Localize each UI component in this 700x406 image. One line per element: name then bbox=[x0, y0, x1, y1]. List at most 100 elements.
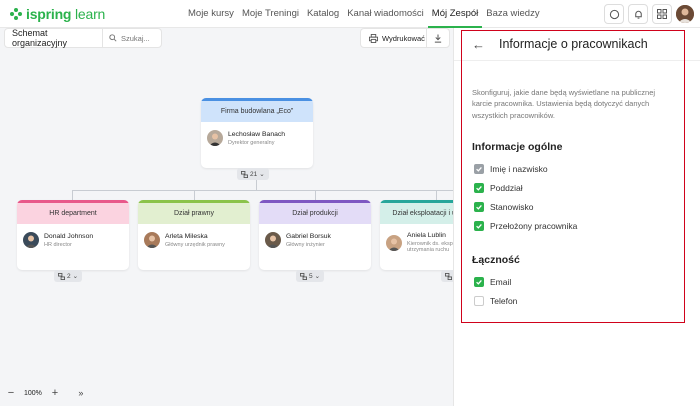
panel-description: Skonfiguruj, jakie dane będą wyświetlane… bbox=[472, 88, 656, 120]
org-card-title: Dział prawny bbox=[138, 200, 250, 224]
panel-header: ← Informacje o pracownikach bbox=[454, 28, 700, 61]
nav-item-2[interactable]: Katalog bbox=[303, 0, 343, 28]
checkbox-row-general-3[interactable]: Przełożony pracownika bbox=[474, 221, 577, 231]
printer-icon bbox=[369, 33, 378, 43]
person-name: Arleta Mileska bbox=[165, 232, 208, 240]
chevron-down-icon: ⌄ bbox=[314, 273, 321, 280]
person-avatar bbox=[386, 234, 402, 251]
org-structure-icon bbox=[241, 170, 248, 178]
checkbox-label: Telefon bbox=[490, 296, 518, 306]
bell-icon[interactable] bbox=[628, 4, 648, 24]
nav-item-3[interactable]: Kanał wiadomości bbox=[343, 0, 428, 28]
person-role: Dyrektor generalny bbox=[228, 139, 275, 146]
person-avatar bbox=[265, 232, 281, 248]
connector-line bbox=[194, 190, 195, 200]
org-card-title: Firma budowlana „Eco” bbox=[201, 98, 313, 122]
zoom-level: 100% bbox=[24, 389, 42, 397]
org-card-title: Dział produkcji bbox=[259, 200, 371, 224]
org-card-root[interactable]: Firma budowlana „Eco” Lechosław Banach D… bbox=[201, 98, 313, 168]
top-icons bbox=[604, 4, 694, 24]
general-info-title: Informacje ogólne bbox=[472, 141, 563, 153]
checkbox-row-general-2[interactable]: Stanowisko bbox=[474, 202, 533, 212]
user-avatar[interactable] bbox=[676, 5, 694, 23]
zoom-out-button[interactable]: − bbox=[4, 386, 18, 400]
connector-line bbox=[315, 190, 316, 200]
org-card-department[interactable]: HR department Donald Johnson HR director bbox=[17, 200, 129, 270]
zoom-controls: − 100% + » bbox=[4, 384, 88, 402]
employee-info-panel: ← Informacje o pracownikach bbox=[453, 28, 700, 406]
logo-text: ispring learn bbox=[26, 6, 106, 22]
person-name: Gabriel Borsuk bbox=[286, 232, 331, 240]
person-avatar bbox=[23, 232, 39, 248]
logo-icon bbox=[10, 7, 23, 21]
person-name: Donald Johnson bbox=[44, 232, 94, 240]
search-box[interactable] bbox=[103, 33, 157, 43]
subordinates-count: 5 bbox=[309, 272, 313, 280]
print-label: Wydrukować bbox=[382, 33, 425, 43]
nav-item-4[interactable]: Mój Zespół bbox=[427, 0, 483, 28]
subordinates-toggle[interactable]: 21 ⌄ bbox=[237, 168, 269, 180]
person-role: HR director bbox=[44, 241, 72, 248]
person-name: Aniela Lublin bbox=[407, 232, 446, 239]
org-structure-icon bbox=[300, 272, 307, 280]
chevron-down-icon: ⌄ bbox=[259, 171, 265, 178]
org-card-department[interactable]: Dział produkcji Gabriel Borsuk Główny inży… bbox=[259, 200, 371, 270]
contact-title: Łączność bbox=[472, 254, 520, 266]
connector-line bbox=[436, 190, 437, 200]
search-icon bbox=[109, 34, 117, 42]
person-avatar bbox=[144, 232, 160, 248]
org-card-title: HR department bbox=[17, 200, 129, 224]
checkbox[interactable] bbox=[474, 202, 484, 212]
checkbox-label: Email bbox=[490, 277, 512, 287]
org-card-department[interactable]: Dział eksploatacji i utr ruchu Aniela Lub… bbox=[380, 200, 453, 270]
zoom-in-button[interactable]: + bbox=[48, 386, 62, 400]
search-input[interactable] bbox=[121, 33, 157, 43]
person-name: Lechosław Banach bbox=[228, 130, 286, 138]
ispring-logo[interactable]: ispring learn bbox=[10, 6, 105, 22]
checkbox[interactable] bbox=[474, 296, 484, 306]
chat-icon[interactable] bbox=[604, 4, 624, 24]
subordinates-toggle[interactable] bbox=[441, 270, 453, 282]
nav-item-1[interactable]: Moje Treningi bbox=[238, 0, 303, 28]
apps-grid-icon[interactable] bbox=[652, 4, 672, 24]
collapse-all-button[interactable]: » bbox=[74, 386, 88, 400]
download-button[interactable] bbox=[427, 33, 449, 43]
subordinates-count: 2 bbox=[67, 272, 71, 280]
checkbox-row-contact-1[interactable]: Telefon bbox=[474, 296, 517, 306]
main-nav: Moje kursy Moje Treningi Katalog Kanał wiad… bbox=[184, 0, 544, 28]
person-role: Główny urzędnik prawny bbox=[165, 241, 225, 248]
subordinates-toggle[interactable]: 2 ⌄ bbox=[54, 270, 83, 282]
print-button[interactable]: Wydrukować bbox=[361, 29, 427, 47]
print-toolbar: Wydrukować bbox=[360, 28, 450, 48]
back-arrow-icon[interactable]: ← bbox=[472, 37, 485, 52]
checkbox[interactable] bbox=[474, 183, 484, 193]
person-role: Kierownik ds. eksploat utrzymania ruchu bbox=[407, 241, 453, 253]
checkbox[interactable] bbox=[474, 277, 484, 287]
checkbox[interactable] bbox=[474, 221, 484, 231]
org-structure-icon bbox=[58, 272, 65, 280]
nav-item-5[interactable]: Baza wiedzy bbox=[482, 0, 543, 28]
person-avatar bbox=[207, 130, 223, 146]
checkbox-label: Przełożony pracownika bbox=[490, 221, 578, 231]
chevron-down-icon: ⌄ bbox=[72, 273, 79, 280]
connector-line bbox=[72, 190, 453, 191]
panel-title: Informacje o pracownikach bbox=[499, 37, 648, 51]
connector-line bbox=[72, 190, 73, 200]
org-structure-icon bbox=[445, 272, 452, 280]
checkbox-row-general-0[interactable]: Imię i nazwisko bbox=[474, 164, 548, 174]
checkbox-row-general-1[interactable]: Poddział bbox=[474, 183, 523, 193]
download-icon bbox=[434, 33, 442, 43]
org-chart-canvas[interactable]: Schemat organizacyjny Wydrukować Firma b… bbox=[0, 28, 453, 406]
checkbox-row-contact-0[interactable]: Email bbox=[474, 277, 511, 287]
checkbox-label: Poddział bbox=[490, 183, 523, 193]
org-card-department[interactable]: Dział prawny Arleta Mileska Główny urzędni… bbox=[138, 200, 250, 270]
checkbox-label: Stanowisko bbox=[490, 202, 534, 212]
schema-title: Schemat organizacyjny bbox=[5, 28, 103, 48]
person-role: Główny inżynier bbox=[286, 241, 325, 248]
checkbox-label: Imię i nazwisko bbox=[490, 164, 548, 174]
subordinates-toggle[interactable]: 5 ⌄ bbox=[296, 270, 325, 282]
top-bar: ispring learn Moje kursy Moje Treningi Kat… bbox=[0, 0, 700, 28]
nav-item-0[interactable]: Moje kursy bbox=[184, 0, 238, 28]
checkbox[interactable] bbox=[474, 164, 484, 174]
schema-toolbar: Schemat organizacyjny bbox=[4, 28, 162, 48]
